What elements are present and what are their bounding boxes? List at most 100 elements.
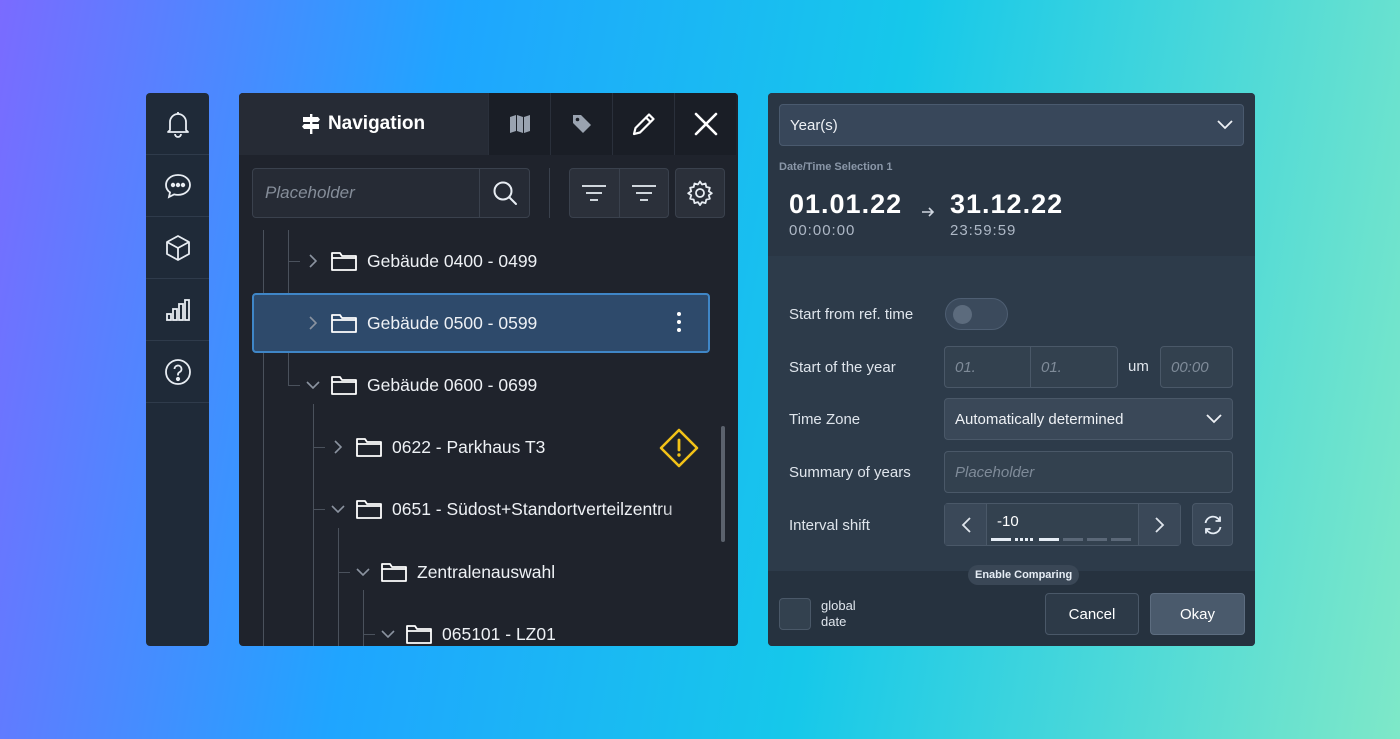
start-time-field[interactable]: 00:00 [1160, 346, 1233, 388]
tree-scrollbar[interactable] [721, 426, 725, 542]
tab-edit[interactable] [612, 93, 674, 155]
summary-label: Summary of years [789, 464, 911, 481]
interval-shift-label: Interval shift [789, 517, 870, 534]
filter-icon [581, 183, 607, 203]
filter-button[interactable] [570, 169, 619, 217]
chevron-down-icon [1206, 414, 1222, 424]
tag-icon [572, 114, 592, 134]
scale-segment [1087, 538, 1107, 541]
folder-icon [356, 436, 382, 458]
close-icon [694, 112, 718, 136]
tab-navigation[interactable]: Navigation [239, 93, 488, 155]
search-box [252, 168, 530, 218]
folder-icon [406, 623, 432, 645]
cube-icon [164, 234, 192, 262]
refresh-button[interactable] [1192, 503, 1233, 546]
scale-segment [1111, 538, 1131, 541]
date-time-panel: Year(s) Date/Time Selection 1 01.01.22 0… [768, 93, 1255, 646]
bar-chart-icon [165, 298, 191, 322]
navigation-tree: Gebäude 0400 - 0499 Gebäude 0500 - 0599 … [239, 230, 738, 646]
icon-rail [146, 93, 209, 646]
selection-label: Date/Time Selection 1 [779, 161, 893, 173]
global-date-checkbox[interactable] [779, 598, 811, 630]
tree-item[interactable]: Zentralenauswahl [355, 552, 555, 592]
help-button[interactable] [146, 341, 209, 403]
start-month-field[interactable]: 01. [1030, 346, 1118, 388]
tree-item-label: 0651 - Südost+Standortverteilzentru [392, 498, 673, 519]
time-zone-label: Time Zone [789, 411, 861, 428]
tree-item-label: Gebäude 0400 - 0499 [367, 250, 538, 271]
interval-decrement-button[interactable] [945, 504, 986, 545]
tree-branch [313, 447, 325, 448]
sort-button[interactable] [618, 169, 669, 217]
summary-field[interactable]: Placeholder [944, 451, 1233, 493]
cancel-button[interactable]: Cancel [1045, 593, 1139, 635]
interval-value[interactable]: -10 [986, 504, 1139, 545]
sort-icon [631, 183, 657, 203]
okay-button[interactable]: Okay [1150, 593, 1245, 635]
arrow-right-icon [921, 206, 935, 218]
end-date: 31.12.22 [950, 189, 1064, 219]
navigation-header: Navigation [239, 93, 738, 155]
tree-item-label: Gebäude 0600 - 0699 [367, 374, 538, 395]
objects-button[interactable] [146, 217, 209, 279]
tree-item[interactable]: Gebäude 0600 - 0699 [305, 365, 537, 405]
folder-icon [331, 312, 357, 334]
navigation-title: Navigation [327, 113, 426, 134]
interval-increment-button[interactable] [1139, 504, 1180, 545]
time-zone-value: Automatically determined [955, 410, 1124, 428]
help-icon [164, 358, 192, 386]
close-button[interactable] [674, 93, 736, 155]
tab-tags[interactable] [550, 93, 612, 155]
pencil-icon [631, 111, 657, 137]
tab-map[interactable] [488, 93, 550, 155]
settings-button[interactable] [675, 168, 725, 218]
notifications-button[interactable] [146, 93, 209, 155]
start-day-field[interactable]: 01. [944, 346, 1031, 388]
tree-item[interactable]: Gebäude 0400 - 0499 [305, 241, 537, 281]
end-time: 23:59:59 [950, 222, 1017, 239]
chevron-left-icon [961, 516, 971, 533]
tree-item-label: 065101 - LZ01 [442, 623, 556, 644]
bell-icon [165, 110, 191, 138]
tree-item-label: Zentralenauswahl [417, 561, 556, 582]
chevron-down-icon[interactable] [330, 505, 346, 513]
chevron-right-icon[interactable] [305, 254, 321, 268]
more-options-button[interactable] [671, 312, 687, 336]
start-from-ref-label: Start from ref. time [789, 306, 914, 323]
messages-button[interactable] [146, 155, 209, 217]
chevron-right-icon[interactable] [330, 440, 346, 454]
chevron-down-icon [1217, 120, 1233, 130]
tree-branch [288, 261, 300, 262]
tree-branch [288, 385, 300, 386]
tree-branch [313, 509, 325, 510]
warning-diamond-icon [659, 428, 699, 468]
chevron-right-icon[interactable] [305, 316, 321, 330]
chevron-down-icon[interactable] [380, 630, 396, 638]
period-select[interactable]: Year(s) [779, 104, 1244, 146]
search-button[interactable] [479, 169, 529, 217]
time-zone-select[interactable]: Automatically determined [944, 398, 1233, 440]
um-label: um [1128, 358, 1149, 375]
chevron-down-icon[interactable] [305, 381, 321, 389]
tree-guide-line [363, 590, 364, 646]
start-from-ref-toggle[interactable] [945, 298, 1008, 330]
tree-item[interactable]: 0622 - Parkhaus T3 [330, 427, 545, 467]
scale-segment [1039, 538, 1059, 541]
tree-item[interactable]: 0651 - Südost+Standortverteilzentru [330, 489, 673, 529]
tree-item-label: Gebäude 0500 - 0599 [367, 312, 538, 333]
folder-icon [331, 250, 357, 272]
tree-item[interactable]: 065101 - LZ01 [380, 614, 556, 646]
folder-icon [356, 498, 382, 520]
toggle-knob [953, 305, 972, 324]
reports-button[interactable] [146, 279, 209, 341]
scale-segment [991, 538, 1011, 541]
chevron-down-icon[interactable] [355, 568, 371, 576]
search-input[interactable] [253, 169, 479, 217]
scale-segment [1063, 538, 1083, 541]
enable-comparing-tooltip[interactable]: Enable Comparing [968, 565, 1080, 585]
tree-item-selected[interactable]: Gebäude 0500 - 0599 [305, 303, 537, 343]
warning-badge[interactable] [659, 428, 699, 468]
tree-guide-line [313, 404, 314, 646]
gear-icon [687, 180, 713, 206]
